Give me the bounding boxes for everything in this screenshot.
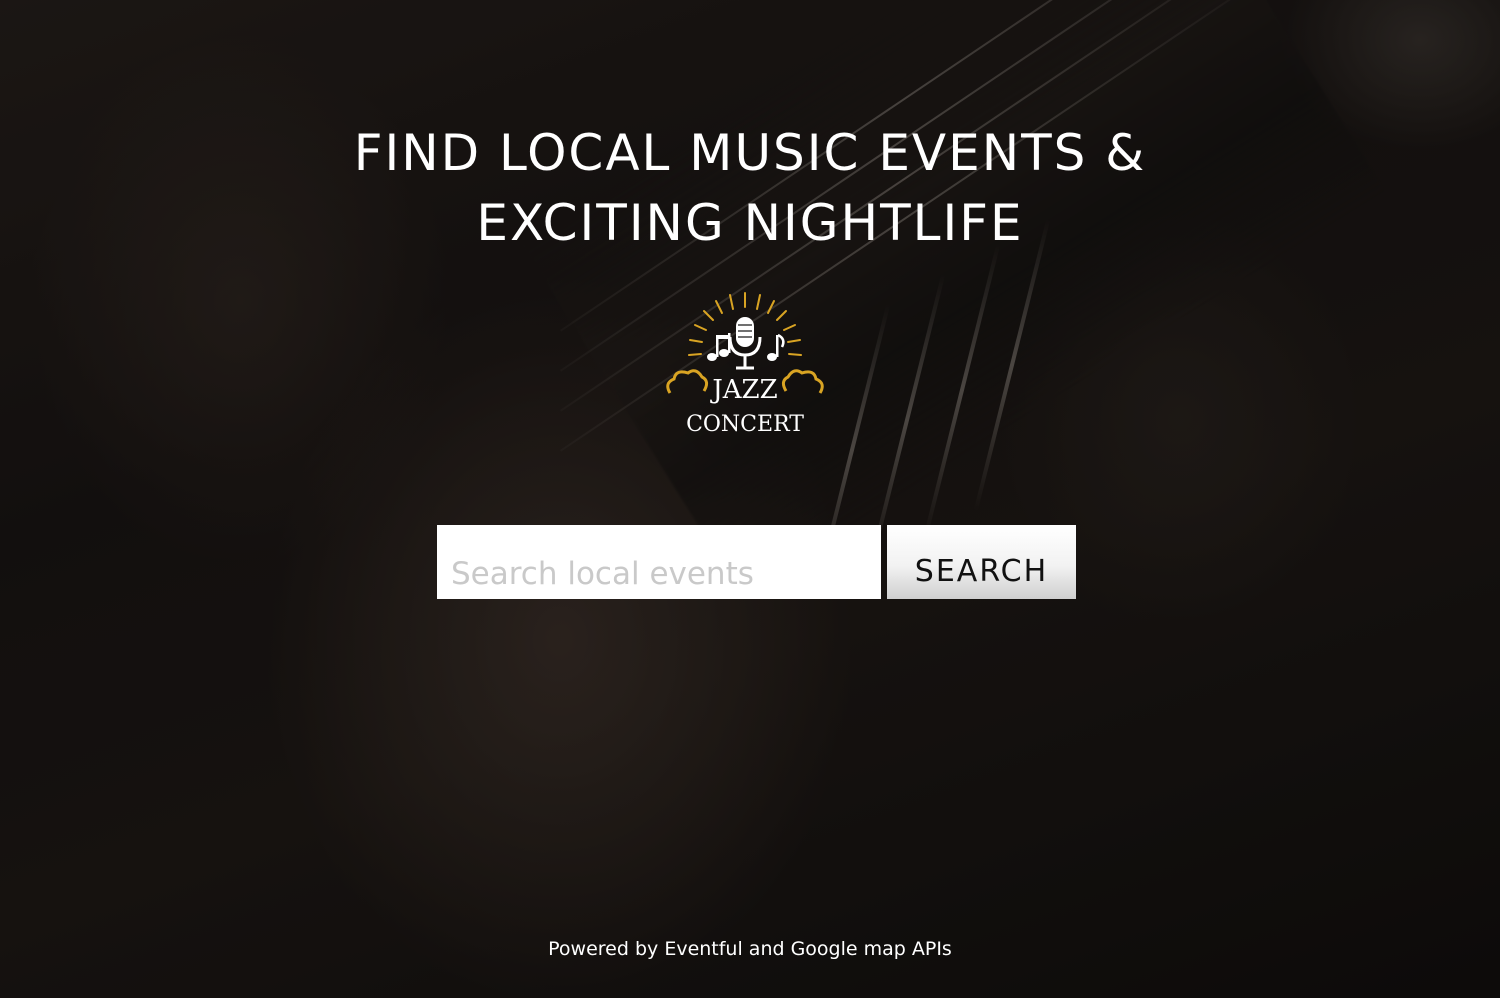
microphone-icon: [728, 317, 762, 370]
page-title-line-2: EXCITING NIGHTLIFE: [476, 194, 1024, 252]
search-button[interactable]: SEARCH: [887, 525, 1076, 599]
footer-credits: Powered by Eventful and Google map APIs: [548, 938, 952, 960]
page: FIND LOCAL MUSIC EVENTS & EXCITING NIGHT…: [0, 0, 1500, 998]
page-title: FIND LOCAL MUSIC EVENTS & EXCITING NIGHT…: [0, 118, 1500, 258]
jazz-concert-logo: JAZZ CONCERT: [666, 292, 824, 437]
logo-text-jazz: JAZZ: [709, 375, 777, 405]
search-form: SEARCH: [437, 525, 1077, 599]
logo-text-concert: CONCERT: [686, 412, 804, 437]
search-input[interactable]: [437, 525, 881, 599]
page-title-line-1: FIND LOCAL MUSIC EVENTS &: [353, 124, 1147, 182]
